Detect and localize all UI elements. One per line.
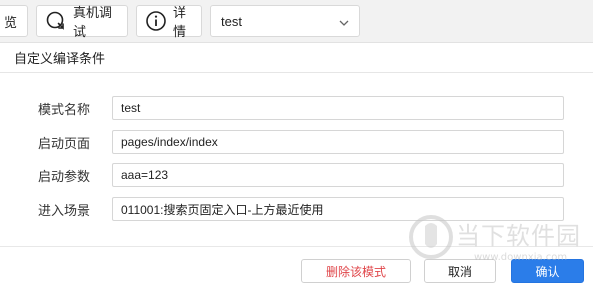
dialog-title: 自定义编译条件: [0, 43, 593, 73]
toolbar: 预览 真机调试 详情 test: [0, 0, 593, 44]
compile-mode-select[interactable]: test: [210, 5, 360, 37]
compile-mode-value: test: [221, 13, 242, 29]
watermark-url: www.downxia.com: [474, 252, 568, 263]
real-debug-button[interactable]: 真机调试: [36, 5, 128, 39]
watermark-logo-icon: [408, 214, 454, 260]
start-page-label: 启动页面: [38, 135, 91, 151]
delete-mode-button[interactable]: 删除该模式: [301, 259, 411, 283]
watermark: 当下软件园 www.downxia.com: [408, 212, 588, 272]
entry-scene-label: 进入场景: [38, 202, 91, 218]
watermark-text: 当下软件园: [456, 222, 581, 250]
real-debug-icon: [45, 10, 67, 32]
start-page-input[interactable]: pages/index/index: [112, 130, 564, 154]
details-button[interactable]: 详情: [136, 5, 202, 39]
details-label: 详情: [173, 5, 187, 39]
start-params-input[interactable]: aaa=123: [112, 163, 564, 187]
chevron-down-icon: [339, 14, 349, 29]
mode-name-input[interactable]: test: [112, 96, 564, 120]
mode-name-label: 模式名称: [38, 101, 91, 117]
start-params-label: 启动参数: [38, 168, 91, 184]
preview-label: 预览: [5, 14, 17, 30]
real-debug-label: 真机调试: [73, 5, 113, 39]
info-icon: [145, 10, 167, 32]
preview-button[interactable]: 预览: [0, 5, 28, 37]
